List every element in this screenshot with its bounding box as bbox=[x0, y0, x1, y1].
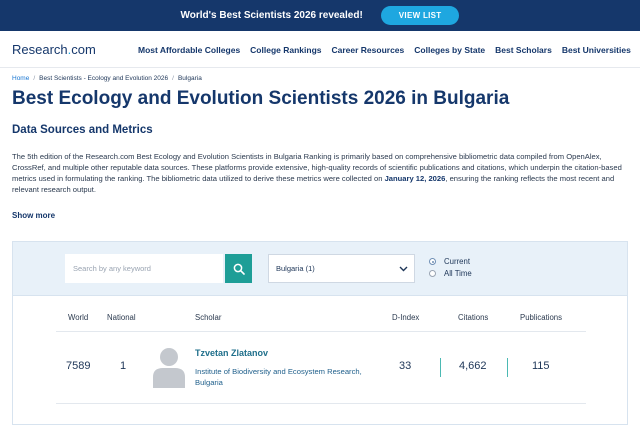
header-national: National bbox=[107, 313, 136, 322]
country-select[interactable]: Bulgaria (1) bbox=[268, 254, 415, 283]
row-national-rank: 1 bbox=[120, 360, 127, 372]
radio-button-current[interactable] bbox=[429, 258, 436, 265]
row-dindex: 33 bbox=[399, 360, 412, 372]
nav-college-rankings[interactable]: College Rankings bbox=[250, 45, 321, 55]
site-logo[interactable]: Research.com bbox=[12, 42, 96, 57]
page-title: Best Ecology and Evolution Scientists 20… bbox=[12, 88, 510, 109]
header-world: World bbox=[68, 313, 89, 322]
nav-colleges-by-state[interactable]: Colleges by State bbox=[414, 45, 485, 55]
avatar-placeholder-icon bbox=[153, 348, 185, 388]
breadcrumb-level3: Bulgaria bbox=[177, 75, 202, 82]
description-date: January 12, 2026 bbox=[384, 174, 446, 183]
filter-panel: Search by any keyword Bulgaria (1) Curre… bbox=[12, 241, 628, 295]
row-publications: 115 bbox=[532, 360, 550, 372]
promo-banner: World's Best Scientists 2026 revealed! V… bbox=[0, 0, 640, 31]
country-select-value: Bulgaria (1) bbox=[276, 264, 315, 273]
nav-links: Most Affordable Colleges College Ranking… bbox=[138, 45, 631, 55]
radio-all-time[interactable]: All Time bbox=[429, 269, 472, 278]
radio-all-time-label: All Time bbox=[444, 269, 472, 278]
header-dindex: D-Index bbox=[392, 313, 420, 322]
nav-career-resources[interactable]: Career Resources bbox=[332, 45, 405, 55]
search-icon bbox=[233, 263, 245, 275]
header-citations: Citations bbox=[458, 313, 489, 322]
scholar-institution-link[interactable]: Institute of Biodiversity and Ecosystem … bbox=[195, 366, 370, 388]
nav-best-universities[interactable]: Best Universities bbox=[562, 45, 631, 55]
show-more-link[interactable]: Show more bbox=[12, 211, 55, 220]
logo-suffix: com bbox=[71, 42, 96, 57]
column-divider bbox=[440, 358, 441, 377]
radio-current[interactable]: Current bbox=[429, 257, 470, 266]
breadcrumb-level2[interactable]: Best Scientists - Ecology and Evolution … bbox=[39, 75, 168, 82]
nav-best-scholars[interactable]: Best Scholars bbox=[495, 45, 552, 55]
header-divider bbox=[56, 331, 586, 332]
header-publications: Publications bbox=[520, 313, 563, 322]
results-table: World National Scholar D-Index Citations… bbox=[12, 295, 628, 425]
breadcrumb: Home / Best Scientists - Ecology and Evo… bbox=[12, 75, 202, 82]
radio-button-all-time[interactable] bbox=[429, 270, 436, 277]
description: The 5th edition of the Research.com Best… bbox=[12, 151, 628, 195]
main-nav: Research.com Most Affordable Colleges Co… bbox=[0, 31, 640, 68]
view-list-button[interactable]: VIEW LIST bbox=[380, 6, 460, 25]
logo-main: Research bbox=[12, 42, 68, 57]
nav-most-affordable-colleges[interactable]: Most Affordable Colleges bbox=[138, 45, 240, 55]
row-world-rank: 7589 bbox=[66, 360, 91, 372]
banner-text: World's Best Scientists 2026 revealed! bbox=[180, 10, 363, 21]
breadcrumb-separator: / bbox=[172, 75, 174, 82]
row-citations: 4,662 bbox=[459, 360, 487, 372]
section-title: Data Sources and Metrics bbox=[12, 124, 153, 136]
breadcrumb-home[interactable]: Home bbox=[12, 75, 29, 82]
row-divider bbox=[56, 403, 586, 404]
search-placeholder: Search by any keyword bbox=[73, 264, 151, 273]
radio-current-label: Current bbox=[444, 257, 470, 266]
avatar bbox=[153, 347, 185, 388]
search-input[interactable]: Search by any keyword bbox=[65, 254, 223, 283]
header-scholar: Scholar bbox=[195, 313, 222, 322]
search-button[interactable] bbox=[225, 254, 252, 283]
column-divider bbox=[507, 358, 508, 377]
scholar-name-link[interactable]: Tzvetan Zlatanov bbox=[195, 348, 268, 358]
chevron-down-icon bbox=[399, 266, 408, 271]
breadcrumb-separator: / bbox=[33, 75, 36, 82]
